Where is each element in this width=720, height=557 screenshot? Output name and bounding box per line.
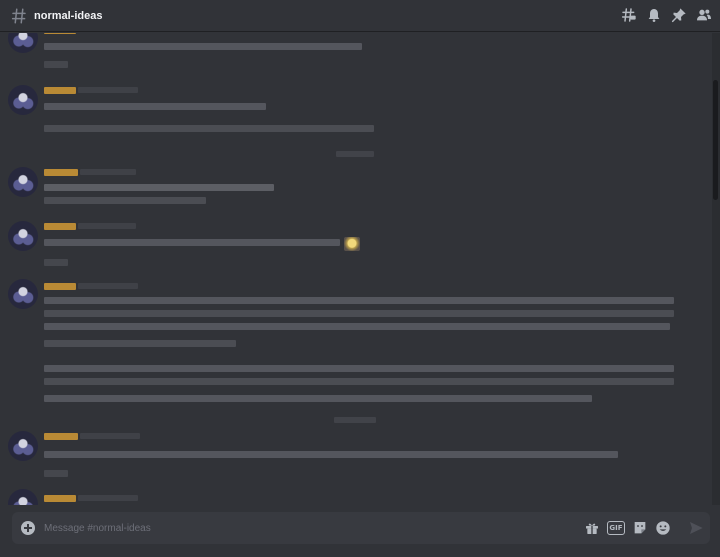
message-list[interactable]	[0, 33, 712, 505]
redacted-message-text	[44, 451, 618, 458]
redacted-message-text	[44, 197, 206, 204]
redacted-message-text	[44, 103, 266, 110]
redacted-message-text	[44, 340, 236, 347]
redacted-message-text	[44, 378, 674, 385]
redacted-reaction[interactable]	[44, 259, 68, 266]
hashtag-icon	[11, 8, 26, 23]
bell-icon[interactable]	[646, 7, 662, 23]
redacted-username[interactable]	[44, 433, 78, 440]
add-icon[interactable]	[21, 521, 35, 535]
redacted-divider-label	[336, 151, 374, 157]
redacted-timestamp	[80, 169, 136, 175]
avatar[interactable]	[8, 221, 38, 251]
threads-icon[interactable]	[621, 7, 637, 23]
redacted-message-text	[44, 310, 674, 317]
redacted-message-text	[44, 395, 592, 402]
sticker-icon[interactable]	[632, 520, 648, 536]
redacted-username[interactable]	[44, 33, 76, 34]
redacted-message-text	[44, 239, 340, 246]
redacted-divider-label	[334, 417, 376, 423]
avatar[interactable]	[8, 167, 38, 197]
redacted-timestamp	[78, 495, 138, 501]
gif-icon[interactable]: GIF	[607, 521, 625, 535]
redacted-message-text	[44, 365, 674, 372]
members-icon[interactable]	[696, 7, 712, 23]
redacted-message-text	[44, 43, 362, 50]
send-icon[interactable]	[688, 520, 704, 536]
redacted-timestamp	[78, 283, 138, 289]
redacted-message-text	[44, 125, 374, 132]
emoji-icon[interactable]	[655, 520, 671, 536]
redacted-username[interactable]	[44, 169, 78, 176]
redacted-username[interactable]	[44, 283, 76, 290]
pin-icon[interactable]	[671, 7, 687, 23]
redacted-timestamp	[80, 433, 140, 439]
gift-icon[interactable]	[584, 520, 600, 536]
redacted-username[interactable]	[44, 495, 76, 502]
redacted-username[interactable]	[44, 87, 76, 94]
avatar[interactable]	[8, 279, 38, 309]
redacted-username[interactable]	[44, 223, 76, 230]
avatar[interactable]	[8, 33, 38, 53]
message-composer: GIF	[12, 512, 710, 544]
scrollbar-thumb[interactable]	[713, 80, 718, 200]
emoji-icon	[344, 237, 360, 251]
channel-name: normal-ideas	[34, 9, 103, 22]
avatar[interactable]	[8, 85, 38, 115]
redacted-timestamp	[78, 87, 138, 93]
redacted-timestamp	[78, 223, 136, 229]
avatar[interactable]	[8, 489, 38, 505]
redacted-message-text	[44, 184, 274, 191]
redacted-message-text	[44, 297, 674, 304]
avatar[interactable]	[8, 431, 38, 461]
composer-toolbar: GIF	[584, 520, 704, 536]
channel-header: normal-ideas	[0, 0, 720, 32]
message-input[interactable]	[44, 518, 564, 538]
redacted-reaction[interactable]	[44, 61, 68, 68]
redacted-message-text	[44, 323, 670, 330]
header-toolbar	[621, 7, 712, 23]
redacted-reaction[interactable]	[44, 470, 68, 477]
